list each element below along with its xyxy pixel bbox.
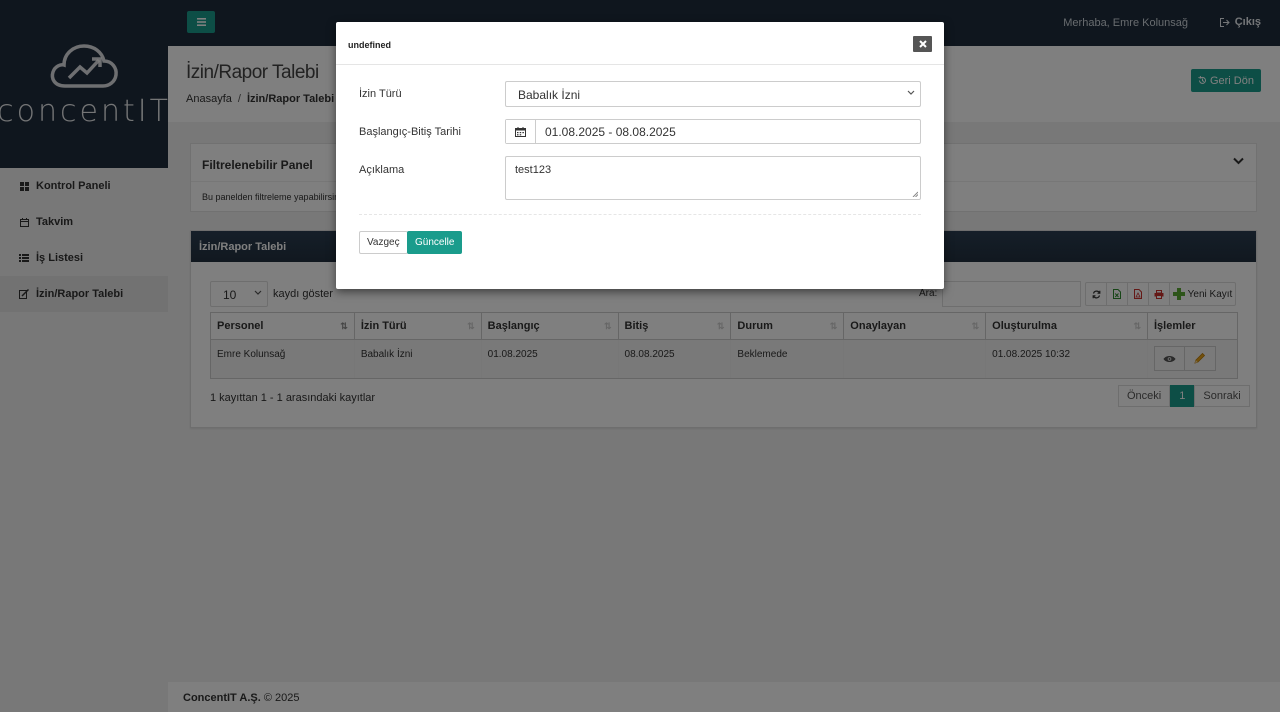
date-range-field[interactable]: 01.08.2025 - 08.08.2025 [505,119,921,144]
edit-request-modal: undefined İzin Türü Babalık İzni Başlang… [336,22,944,289]
modal-title: undefined [348,40,391,50]
calendar-button[interactable] [506,120,536,143]
date-range-value: 01.08.2025 - 08.08.2025 [545,125,676,139]
update-button[interactable]: Güncelle [407,231,463,254]
leave-type-select[interactable]: Babalık İzni [505,81,921,107]
cancel-button[interactable]: Vazgeç [359,231,408,254]
resize-handle-icon[interactable] [912,191,918,197]
modal-divider [359,214,921,215]
modal-close-button[interactable] [913,36,932,52]
description-label: Açıklama [359,164,405,176]
description-value: test123 [515,164,552,176]
description-textarea[interactable]: test123 [505,156,921,200]
date-range-label: Başlangıç-Bitiş Tarihi [359,126,461,138]
calendar-icon [515,126,526,137]
close-icon [918,40,927,48]
chevron-down-icon [907,90,915,95]
modal-header: undefined [336,22,944,65]
leave-type-label: İzin Türü [359,88,402,100]
leave-type-value: Babalık İzni [518,88,581,102]
